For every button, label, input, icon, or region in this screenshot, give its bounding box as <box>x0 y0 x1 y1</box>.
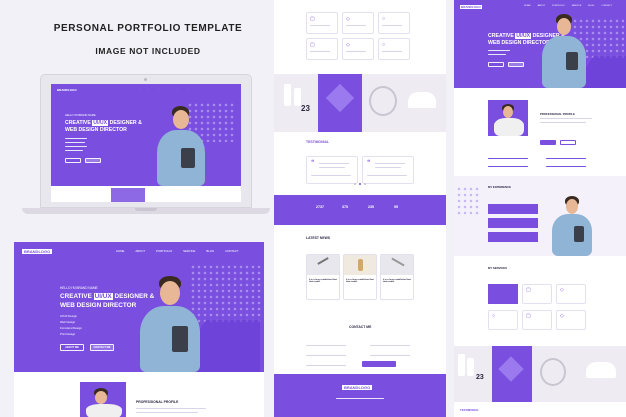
service-card: ○ <box>378 12 410 34</box>
right-contact-button[interactable] <box>508 62 524 67</box>
service-card[interactable]: ▢ <box>522 310 552 330</box>
laptop-mockup: BRANDLOGO · · · · · · HELLO I'M BRAND NA… <box>22 74 270 218</box>
left-bullet-2: Web Design <box>60 320 76 324</box>
left-about-button[interactable]: ABOUT ME <box>60 344 84 351</box>
left-logo: BRANDLOGO <box>22 249 53 254</box>
laptop-hero-headline: CREATIVE UI/UX DESIGNER & <box>65 120 142 126</box>
right-about-button[interactable] <box>488 62 504 67</box>
contact-send-button[interactable] <box>362 361 396 367</box>
service-card: ○ <box>378 38 410 60</box>
laptop-logo: BRANDLOGO <box>57 88 77 92</box>
left-bullet-4: Print Design <box>60 332 76 336</box>
footer-logo: BRANDLOGO <box>342 385 373 390</box>
news-card[interactable]: It is a long established fact that reade… <box>380 254 414 300</box>
portfolio-number: 23 <box>301 104 310 113</box>
service-card: ◇ <box>342 12 374 34</box>
left-hero-line2: WEB DESIGN DIRECTOR <box>60 302 137 309</box>
service-card[interactable]: ▢ <box>522 284 552 304</box>
page-subtitle: IMAGE NOT INCLUDED <box>95 46 201 56</box>
left-bullet-3: Front-End Design <box>60 326 82 330</box>
right-logo: BRANDLOGO <box>460 5 482 9</box>
experience-item <box>488 218 538 228</box>
camera-dot <box>144 78 147 81</box>
testimonial-dots[interactable] <box>354 183 368 186</box>
experience-person <box>550 196 594 256</box>
page-title: PERSONAL PORTFOLIO TEMPLATE <box>53 23 243 34</box>
left-nav[interactable]: HOME ABOUT PORTFOLIO SERVICE BLOG CONTACT <box>116 249 239 253</box>
middle-page-preview: ▢ ◇ ○ ▢ ◇ ○ 23 TESTIMONIAL ❝ ❝ 2737 375 … <box>274 0 446 417</box>
left-profile-heading: PROFESSIONAL PROFILE <box>136 400 179 404</box>
left-contact-button[interactable]: CONTACT ME <box>90 344 114 351</box>
service-card: ◇ <box>342 38 374 60</box>
laptop-hero-kicker: HELLO I'M BRAND NAME <box>65 114 96 117</box>
laptop-screen: BRANDLOGO · · · · · · HELLO I'M BRAND NA… <box>51 84 241 202</box>
right-nav[interactable]: HOME ABOUT PORTFOLIO SERVICE BLOG CONTACT <box>524 5 612 7</box>
right-profile-button[interactable] <box>540 140 556 145</box>
experience-item <box>488 232 538 242</box>
service-card[interactable]: ◇ <box>556 284 586 304</box>
middle-footer <box>274 374 446 417</box>
stat-value: 235 <box>368 205 374 209</box>
laptop-about-button[interactable] <box>65 158 81 163</box>
stat-value: 2737 <box>316 205 324 209</box>
left-bullet-1: UI/UX Design <box>60 314 77 318</box>
left-hero-kicker: HELLO I'M BRAND NAME <box>60 286 98 290</box>
experience-heading: MY EXPERIENCE <box>488 185 511 189</box>
service-card: ▢ <box>306 38 338 60</box>
right-profile-heading: PROFESSIONAL PROFILE <box>540 112 575 116</box>
left-page-preview: BRANDLOGO HOME ABOUT PORTFOLIO SERVICE BLOG C… <box>14 242 264 417</box>
laptop-contact-button[interactable] <box>85 158 101 163</box>
news-card[interactable]: It is a long established fact that reade… <box>306 254 340 300</box>
right-page-preview: BRANDLOGO HOME ABOUT PORTFOLIO SERVICE BLOG C… <box>454 0 626 417</box>
stat-value: 95 <box>394 205 398 209</box>
service-card: ▢ <box>306 12 338 34</box>
services-heading: MY SERVICES <box>488 266 508 270</box>
news-card[interactable]: It is a long established fact that reade… <box>343 254 377 300</box>
right-portfolio-number: 23 <box>476 374 484 381</box>
testimonial-card: ❝ <box>362 156 414 184</box>
right-hero-person <box>538 12 590 88</box>
laptop-nav: · · · · · · <box>139 88 192 91</box>
testimonial-card: ❝ <box>306 156 358 184</box>
stat-value: 375 <box>342 205 348 209</box>
laptop-hero-person <box>151 104 211 186</box>
right-testimonial-heading: TESTIMONIAL <box>460 408 479 412</box>
news-heading: LATEST NEWS <box>306 236 331 240</box>
service-card[interactable]: ○ <box>488 310 518 330</box>
service-card-active[interactable] <box>488 284 518 304</box>
stats-band <box>274 195 446 225</box>
laptop-hero-line2: WEB DESIGN DIRECTOR <box>65 127 127 133</box>
left-hero-person <box>134 272 206 372</box>
right-profile-button-2[interactable] <box>560 140 576 145</box>
service-card[interactable]: ◇ <box>556 310 586 330</box>
contact-heading: CONTACT ME <box>349 325 372 329</box>
testimonial-heading: TESTIMONIAL <box>306 140 329 144</box>
experience-item <box>488 204 538 214</box>
